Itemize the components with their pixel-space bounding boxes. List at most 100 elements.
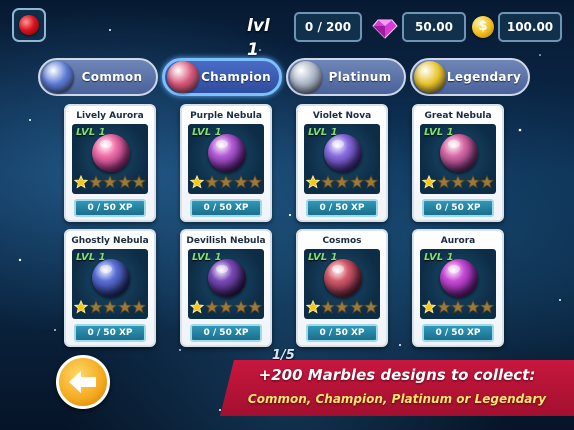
marble-card[interactable]: Violet Nova LVL 10 / 50 XP <box>296 104 388 222</box>
star-icon <box>320 300 335 314</box>
tab-label: Platinum <box>328 70 392 84</box>
gem-icon <box>372 19 398 39</box>
star-icon <box>117 300 132 314</box>
marble-xp-button[interactable]: 0 / 50 XP <box>306 199 378 217</box>
star-icon <box>422 175 436 189</box>
marble-name: Purple Nebula <box>190 111 262 121</box>
marble-card[interactable]: Great Nebula LVL 10 / 50 XP <box>412 104 504 222</box>
star-icon <box>335 175 349 189</box>
marble-image <box>208 259 246 297</box>
marble-card[interactable]: Cosmos LVL 10 / 50 XP <box>296 229 388 347</box>
tab-platinum-orb-icon <box>290 61 322 93</box>
tab-common[interactable]: Common <box>38 58 158 96</box>
star-icon <box>103 300 117 314</box>
marble-xp-button[interactable]: 0 / 50 XP <box>190 324 262 342</box>
marble-name: Devilish Nebula <box>186 236 266 246</box>
marble-xp-button[interactable]: 0 / 50 XP <box>422 199 494 217</box>
marble-image <box>92 134 130 172</box>
marble-image <box>92 259 130 297</box>
rating-stars <box>422 300 494 314</box>
tab-legendary[interactable]: Legendary <box>410 58 530 96</box>
star-icon <box>219 175 233 189</box>
marble-xp-button[interactable]: 0 / 50 XP <box>306 324 378 342</box>
rating-stars <box>306 300 378 314</box>
star-icon <box>436 175 451 189</box>
back-button[interactable] <box>56 355 110 409</box>
star-icon <box>233 175 248 189</box>
tab-common-orb-icon <box>42 61 74 93</box>
star-icon <box>88 300 103 314</box>
star-icon <box>132 300 146 314</box>
marble-name: Ghostly Nebula <box>71 236 149 246</box>
rating-stars <box>74 300 146 314</box>
player-level: lvl 1 <box>247 16 270 60</box>
marble-xp-button[interactable]: 0 / 50 XP <box>74 199 146 217</box>
coin-icon: $ <box>472 16 494 38</box>
gem-balance: 50.00 <box>402 12 466 42</box>
tab-label: Legendary <box>446 70 522 84</box>
star-icon <box>233 300 248 314</box>
marble-xp-button[interactable]: 0 / 50 XP <box>422 324 494 342</box>
star-icon <box>190 175 204 189</box>
star-icon <box>117 175 132 189</box>
star-icon <box>364 300 378 314</box>
marble-name: Cosmos <box>322 236 362 246</box>
marble-image <box>324 134 362 172</box>
star-icon <box>436 300 451 314</box>
star-icon <box>204 300 219 314</box>
marble-name: Aurora <box>440 236 476 246</box>
rating-stars <box>190 300 262 314</box>
star-icon <box>103 175 117 189</box>
marble-image <box>208 134 246 172</box>
star-icon <box>465 300 480 314</box>
star-icon <box>422 300 436 314</box>
rating-stars <box>422 175 494 189</box>
tab-champion[interactable]: Champion <box>162 58 282 96</box>
marble-image <box>440 259 478 297</box>
star-icon <box>248 175 262 189</box>
star-icon <box>451 300 465 314</box>
xp-counter: 0 / 200 <box>294 12 362 42</box>
marble-image <box>324 259 362 297</box>
star-icon <box>132 175 146 189</box>
rating-stars <box>190 175 262 189</box>
marble-xp-button[interactable]: 0 / 50 XP <box>74 324 146 342</box>
star-icon <box>480 175 494 189</box>
tab-champion-orb-icon <box>167 61 199 93</box>
star-icon <box>465 175 480 189</box>
star-icon <box>219 300 233 314</box>
star-icon <box>74 175 88 189</box>
rating-stars <box>74 175 146 189</box>
star-icon <box>248 300 262 314</box>
profile-marble-button[interactable] <box>12 8 46 42</box>
red-marble-icon <box>19 15 39 35</box>
star-icon <box>451 175 465 189</box>
star-icon <box>480 300 494 314</box>
rating-stars <box>306 175 378 189</box>
star-icon <box>88 175 103 189</box>
star-icon <box>320 175 335 189</box>
marble-card[interactable]: Ghostly Nebula LVL 10 / 50 XP <box>64 229 156 347</box>
star-icon <box>74 300 88 314</box>
star-icon <box>306 300 320 314</box>
marble-card[interactable]: Aurora LVL 10 / 50 XP <box>412 229 504 347</box>
star-icon <box>190 300 204 314</box>
marble-image <box>440 134 478 172</box>
marble-card[interactable]: Devilish Nebula LVL 10 / 50 XP <box>180 229 272 347</box>
tab-platinum[interactable]: Platinum <box>286 58 406 96</box>
marble-name: Great Nebula <box>424 111 492 121</box>
star-icon <box>349 300 364 314</box>
promo-banner: +200 Marbles designs to collect: Common,… <box>220 360 574 416</box>
coin-balance: 100.00 <box>498 12 562 42</box>
marble-xp-button[interactable]: 0 / 50 XP <box>190 199 262 217</box>
tab-label: Champion <box>201 70 271 84</box>
star-icon <box>364 175 378 189</box>
star-icon <box>335 300 349 314</box>
star-icon <box>204 175 219 189</box>
back-arrow-icon <box>69 371 96 393</box>
star-icon <box>349 175 364 189</box>
marble-name: Violet Nova <box>312 111 372 121</box>
marble-card[interactable]: Lively Aurora LVL 10 / 50 XP <box>64 104 156 222</box>
marble-card[interactable]: Purple Nebula LVL 10 / 50 XP <box>180 104 272 222</box>
promo-headline: +200 Marbles designs to collect: <box>258 366 536 384</box>
